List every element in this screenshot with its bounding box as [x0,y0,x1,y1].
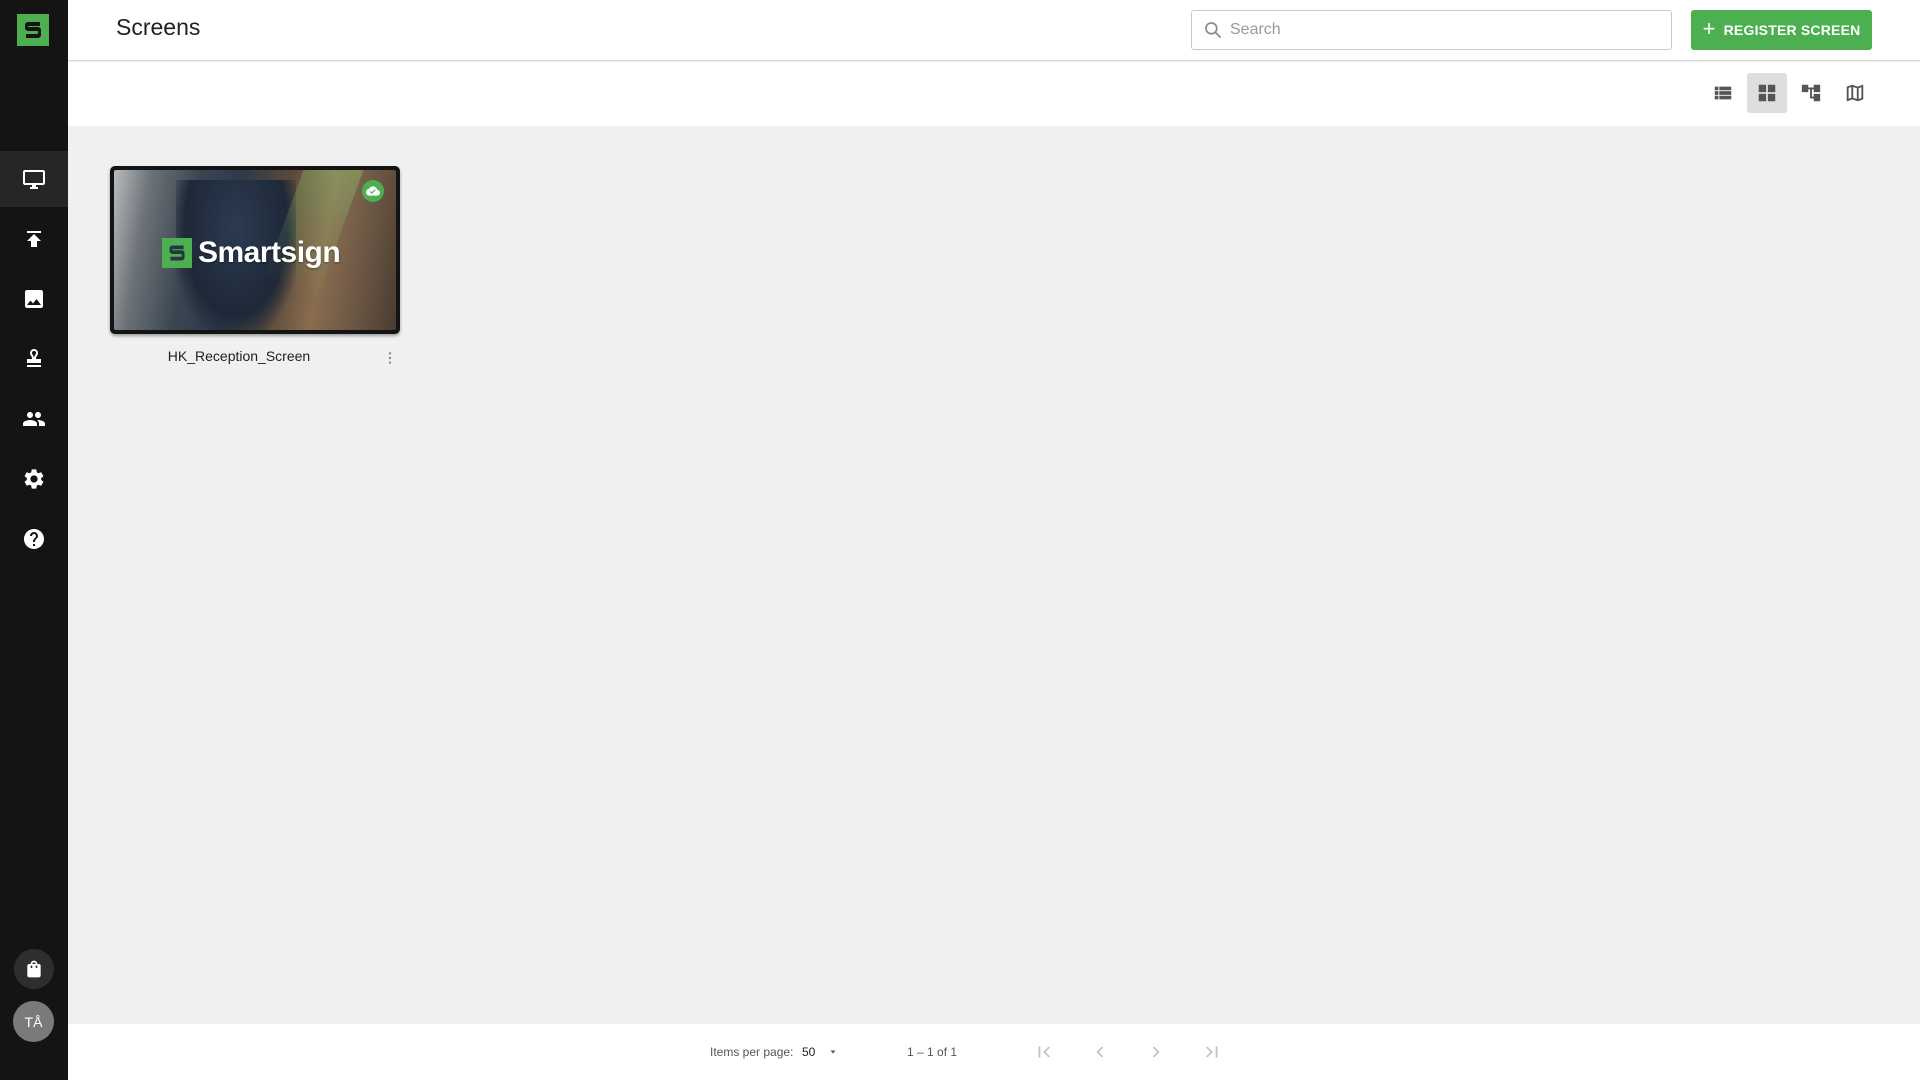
screen-name[interactable]: HK_Reception_Screen [110,348,368,364]
upload-icon [27,231,41,247]
map-view-button[interactable] [1835,73,1875,113]
user-avatar[interactable]: TÅ [13,1001,54,1042]
help-icon [24,529,44,549]
sidebar-item-screens[interactable] [0,151,68,207]
smartsign-logo-icon[interactable] [17,14,49,46]
screen-menu-button[interactable] [382,348,398,368]
screen-card[interactable]: Smartsign HK_Reception_Screen [110,166,400,370]
items-per-page-value: 50 [802,1045,816,1059]
items-per-page-label: Items per page: [710,1045,794,1059]
smartsign-s-icon [162,238,192,268]
grid-view-icon [1758,84,1776,102]
sidebar-item-media[interactable] [0,271,68,327]
stamp-icon [27,349,41,367]
image-icon [25,290,43,308]
tree-view-button[interactable] [1791,73,1831,113]
grid-view-button[interactable] [1747,73,1787,113]
sidebar: TÅ [0,0,68,1080]
screens-grid: Smartsign HK_Reception_Screen [68,126,1920,1024]
list-view-icon [1714,86,1732,100]
gear-icon [24,469,44,489]
page-title: Screens [116,14,201,40]
search-icon [1205,22,1222,39]
people-icon [23,412,45,426]
search-input[interactable] [1230,21,1650,39]
next-page-button[interactable] [1142,1038,1170,1066]
shop-button[interactable] [14,949,54,989]
sidebar-item-help[interactable] [0,511,68,567]
first-page-icon [1038,1046,1050,1058]
header: Screens + REGISTER SCREEN [68,0,1920,61]
thumbnail-brand-text: Smartsign [198,236,341,269]
sidebar-item-templates[interactable] [0,331,68,387]
map-view-icon [1846,84,1864,102]
chevron-right-icon [1152,1046,1160,1058]
paginator: Items per page: 50 1 – 1 of 1 [68,1024,1920,1080]
last-page-button[interactable] [1198,1038,1226,1066]
list-view-button[interactable] [1703,73,1743,113]
screen-card-footer: HK_Reception_Screen [110,334,400,370]
items-per-page-select[interactable]: 50 [802,1042,839,1062]
thumbnail-image: Smartsign [114,170,396,330]
first-page-button[interactable] [1030,1038,1058,1066]
online-status-badge [362,180,384,202]
last-page-icon [1206,1046,1218,1058]
plus-icon: + [1702,16,1716,41]
sidebar-item-publish[interactable] [0,211,68,267]
search-box[interactable] [1191,10,1672,50]
tree-view-icon [1801,84,1821,102]
register-screen-label: REGISTER SCREEN [1723,22,1861,38]
page-range-label: 1 – 1 of 1 [907,1045,958,1059]
shopping-bag-icon [27,960,41,978]
sidebar-item-users[interactable] [0,391,68,447]
dropdown-arrow-icon [830,1050,836,1054]
register-screen-button[interactable]: + REGISTER SCREEN [1691,10,1872,50]
view-toolbar [68,62,1920,126]
previous-page-button[interactable] [1086,1038,1114,1066]
more-vert-icon [388,352,392,364]
monitor-icon [23,170,45,189]
chevron-left-icon [1096,1046,1104,1058]
thumbnail-logo: Smartsign [162,236,341,270]
sidebar-item-settings[interactable] [0,451,68,507]
screen-thumbnail[interactable]: Smartsign [110,166,400,334]
cloud-done-icon [366,186,380,196]
